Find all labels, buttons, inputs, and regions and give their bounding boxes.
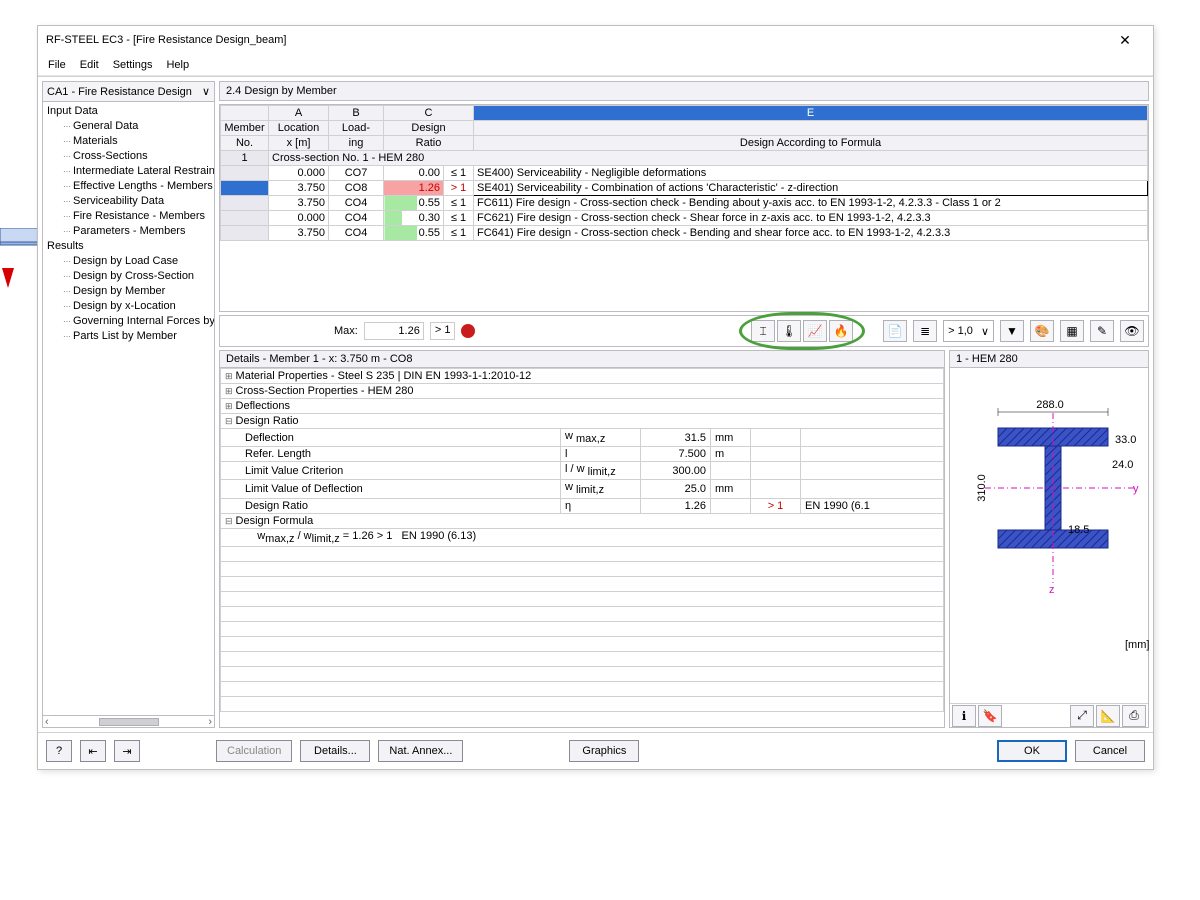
max-value-field[interactable] xyxy=(364,322,424,340)
menu-help[interactable]: Help xyxy=(166,59,189,71)
excel-icon[interactable]: ▦ xyxy=(1060,320,1084,342)
tree-item[interactable]: Parameters - Members xyxy=(43,224,214,239)
filter-icon[interactable]: ▼ xyxy=(1000,320,1024,342)
detail-fire-icon[interactable]: 🔥 xyxy=(829,320,853,342)
dialog-window: RF-STEEL EC3 - [Fire Resistance Design_b… xyxy=(37,25,1154,770)
svg-text:z: z xyxy=(1049,584,1055,596)
tree-item[interactable]: Fire Resistance - Members xyxy=(43,209,214,224)
next-button[interactable]: ⇥ xyxy=(114,740,140,762)
detail-thermo-icon[interactable]: 🌡 xyxy=(777,320,801,342)
cancel-button[interactable]: Cancel xyxy=(1075,740,1145,762)
export-icon[interactable]: 📄 xyxy=(883,320,907,342)
menu-edit[interactable]: Edit xyxy=(80,59,99,71)
tree-item[interactable]: Effective Lengths - Members xyxy=(43,179,214,194)
prev-button[interactable]: ⇤ xyxy=(80,740,106,762)
svg-text:24.0: 24.0 xyxy=(1112,459,1133,471)
dims-icon[interactable]: 📐 xyxy=(1096,705,1120,727)
status-fail-icon xyxy=(461,324,475,338)
detail-section-icon[interactable]: ⌶ xyxy=(751,320,775,342)
details-header: Details - Member 1 - x: 3.750 m - CO8 xyxy=(220,351,944,368)
svg-text:[mm]: [mm] xyxy=(1125,639,1149,651)
ratio-filter-combo[interactable]: > 1,0∨ xyxy=(943,320,994,342)
sort-icon[interactable]: ≣ xyxy=(913,320,937,342)
tree-item[interactable]: Design by Load Case xyxy=(43,254,214,269)
window-title: RF-STEEL EC3 - [Fire Resistance Design_b… xyxy=(46,34,1105,46)
svg-text:18.5: 18.5 xyxy=(1068,524,1089,536)
max-label: Max: xyxy=(334,325,358,337)
graphics-button[interactable]: Graphics xyxy=(569,740,639,762)
tree-item[interactable]: Cross-Sections xyxy=(43,149,214,164)
case-selector[interactable]: CA1 - Fire Resistance Design ∨ xyxy=(43,82,214,102)
tag-icon[interactable]: 🔖 xyxy=(978,705,1002,727)
help-button[interactable]: ? xyxy=(46,740,72,762)
details-panel: Details - Member 1 - x: 3.750 m - CO8 Ma… xyxy=(219,350,945,728)
detail-chart-icon[interactable]: 📈 xyxy=(803,320,827,342)
ok-button[interactable]: OK xyxy=(997,740,1067,762)
pick-icon[interactable]: ✎ xyxy=(1090,320,1114,342)
tree-item[interactable]: Materials xyxy=(43,134,214,149)
results-toolbar: Max: > 1 ⌶ 🌡 📈 🔥 📄 ≣ > 1,0∨ ▼ 🎨 xyxy=(219,315,1149,347)
tree-group[interactable]: Input Data xyxy=(43,104,214,119)
calculation-button[interactable]: Calculation xyxy=(216,740,292,762)
svg-text:288.0: 288.0 xyxy=(1036,399,1064,411)
navigator-panel: CA1 - Fire Resistance Design ∨ Input Dat… xyxy=(42,81,215,728)
axes-icon[interactable]: ⤢ xyxy=(1070,705,1094,727)
cross-section-title: 1 - HEM 280 xyxy=(950,351,1148,368)
swap-colors-icon[interactable]: 🎨 xyxy=(1030,320,1054,342)
chevron-down-icon: ∨ xyxy=(202,85,210,98)
max-cmp: > 1 xyxy=(430,322,456,340)
tree-item[interactable]: Parts List by Member xyxy=(43,329,214,344)
titlebar: RF-STEEL EC3 - [Fire Resistance Design_b… xyxy=(38,26,1153,54)
tree-item[interactable]: Intermediate Lateral Restraints xyxy=(43,164,214,179)
dialog-button-bar: ? ⇤ ⇥ Calculation Details... Nat. Annex.… xyxy=(38,733,1153,769)
case-selector-value: CA1 - Fire Resistance Design xyxy=(47,86,202,98)
nat-annex-button[interactable]: Nat. Annex... xyxy=(378,740,463,762)
close-icon[interactable]: ✕ xyxy=(1105,32,1145,49)
tree-item[interactable]: Serviceability Data xyxy=(43,194,214,209)
tree-group[interactable]: Results xyxy=(43,239,214,254)
navigator-tree[interactable]: Input DataGeneral DataMaterialsCross-Sec… xyxy=(43,102,214,715)
svg-text:y: y xyxy=(1133,483,1139,495)
print-icon[interactable]: ⎙ xyxy=(1122,705,1146,727)
results-grid[interactable]: ABCEMemberLocationLoad-DesignNo.x [m]ing… xyxy=(219,104,1149,312)
tree-item[interactable]: Design by Member xyxy=(43,284,214,299)
tree-item[interactable]: General Data xyxy=(43,119,214,134)
svg-text:310.0: 310.0 xyxy=(976,474,988,502)
highlighted-detail-icons: ⌶ 🌡 📈 🔥 xyxy=(747,318,857,344)
results-header: 2.4 Design by Member xyxy=(219,81,1149,101)
tree-item[interactable]: Design by x-Location xyxy=(43,299,214,314)
eye-icon[interactable]: 👁 xyxy=(1120,320,1144,342)
cross-section-drawing: y z 288.0 310.0 33.0 24.0 18.5 xyxy=(950,368,1148,703)
details-button[interactable]: Details... xyxy=(300,740,370,762)
tree-h-scrollbar[interactable]: ‹› xyxy=(43,715,214,727)
menu-bar: File Edit Settings Help xyxy=(38,54,1153,76)
menu-settings[interactable]: Settings xyxy=(113,59,153,71)
tree-item[interactable]: Governing Internal Forces by M xyxy=(43,314,214,329)
svg-text:33.0: 33.0 xyxy=(1115,434,1136,446)
cross-section-panel: 1 - HEM 280 xyxy=(949,350,1149,728)
menu-file[interactable]: File xyxy=(48,59,66,71)
chevron-down-icon: ∨ xyxy=(981,325,989,338)
info-icon[interactable]: ℹ xyxy=(952,705,976,727)
tree-item[interactable]: Design by Cross-Section xyxy=(43,269,214,284)
